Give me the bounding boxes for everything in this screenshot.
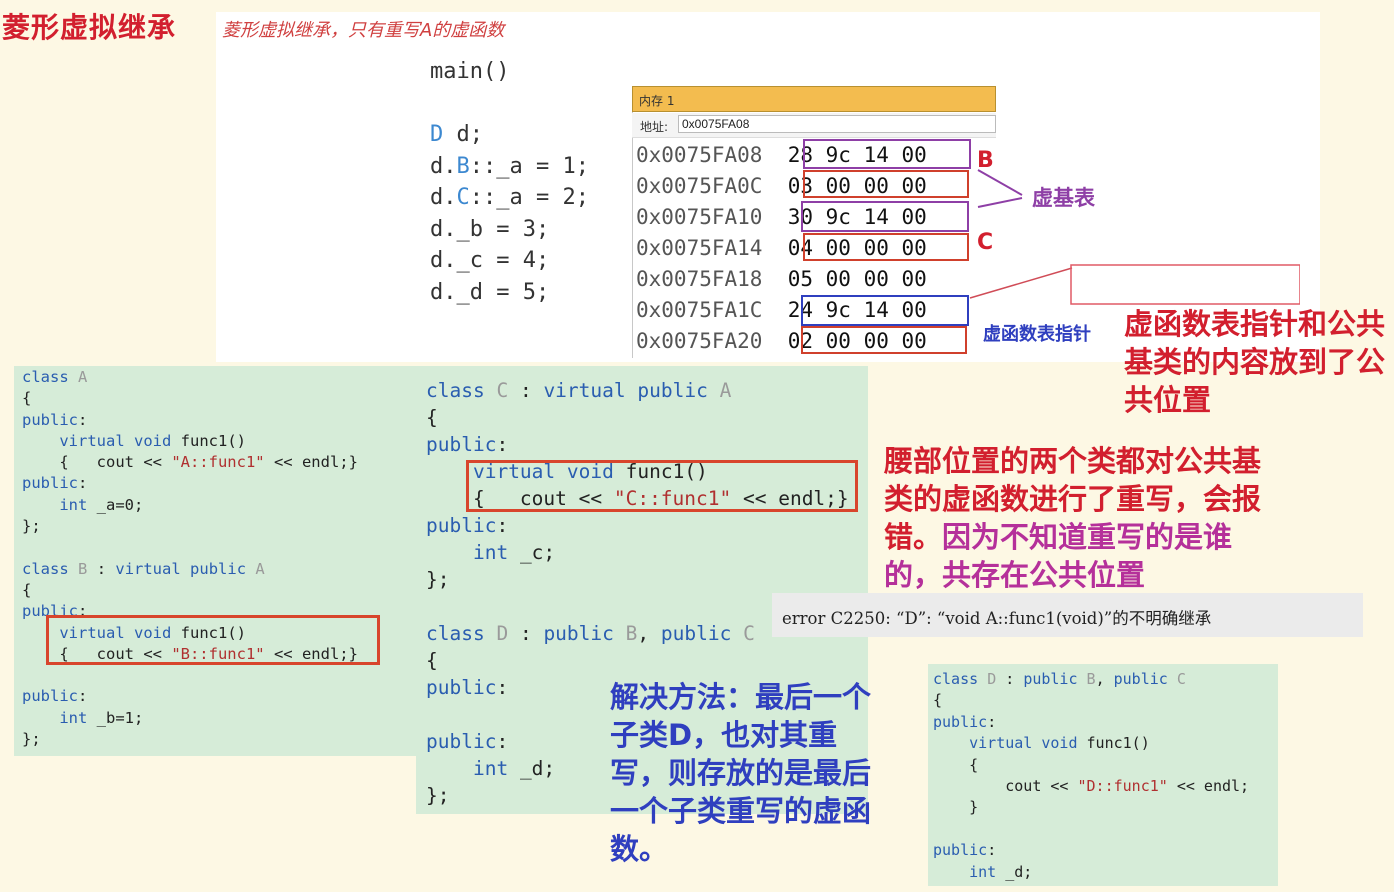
memory-address-bar: 地址: [632,113,996,138]
main-code-line: d.C::_a = 2; [430,185,589,210]
memory-window-titlebar[interactable]: 内存 1 [632,86,996,112]
main-code-line: d._d = 5; [430,279,550,305]
b-a-box [803,170,969,198]
shared-a-box [801,326,967,354]
arrow-to-vfptr [969,267,1073,299]
vfptr-box [801,295,969,326]
vbase-ptr-c-box [801,201,969,232]
note-waist-classes: 腰部位置的两个类都对公共基类的虚函数进行了重写，会报错。因为不知道重写的是谁的，… [884,442,1284,594]
memory-window-title: 内存 1 [639,94,675,108]
memory-row: 0x0075FA18 05 00 00 00 [636,267,927,291]
main-code-line: D d; [430,122,483,147]
arrow-to-vbase-b [977,169,1023,196]
vbase-ptr-b-box [803,139,971,169]
main-code-block: main() D d; d.B::_a = 1; d.C::_a = 2; d.… [430,56,589,308]
note-shared-position: 虚函数表指针和公共基类的内容放到了公共位置 [1124,307,1386,417]
main-code-line: d.B::_a = 1; [430,153,589,179]
b-func1-highlight [46,615,380,665]
main-code-line: d._c = 4; [430,248,550,273]
page-title: 菱形虚拟继承 [2,11,177,44]
note-solution: 解决方法：最后一个子类D，也对其重写，则存放的是最后一个子类重写的虚函数。 [610,680,872,866]
error-message-bar: error C2250: “D”: “void A::func1(void)”的… [772,593,1363,637]
empty-callout-box [1070,264,1300,305]
main-code-line: d._b = 3; [430,216,550,242]
address-input[interactable] [678,115,996,133]
address-label: 地址: [640,120,669,134]
panel-subtitle: 菱形虚拟继承，只有重写A的虚函数 [222,20,505,41]
c-func1-highlight [466,460,858,512]
c-a-box [803,233,969,261]
class-ab-code: class A { public: virtual void func1() {… [22,368,358,749]
main-code-line: main() [430,59,510,84]
class-d-fix-code: class D : public B, public C { public: v… [933,670,1250,881]
error-text: error C2250: “D”: “void A::func1(void)”的… [782,609,1212,628]
arrow-to-vbase-c [977,197,1023,208]
